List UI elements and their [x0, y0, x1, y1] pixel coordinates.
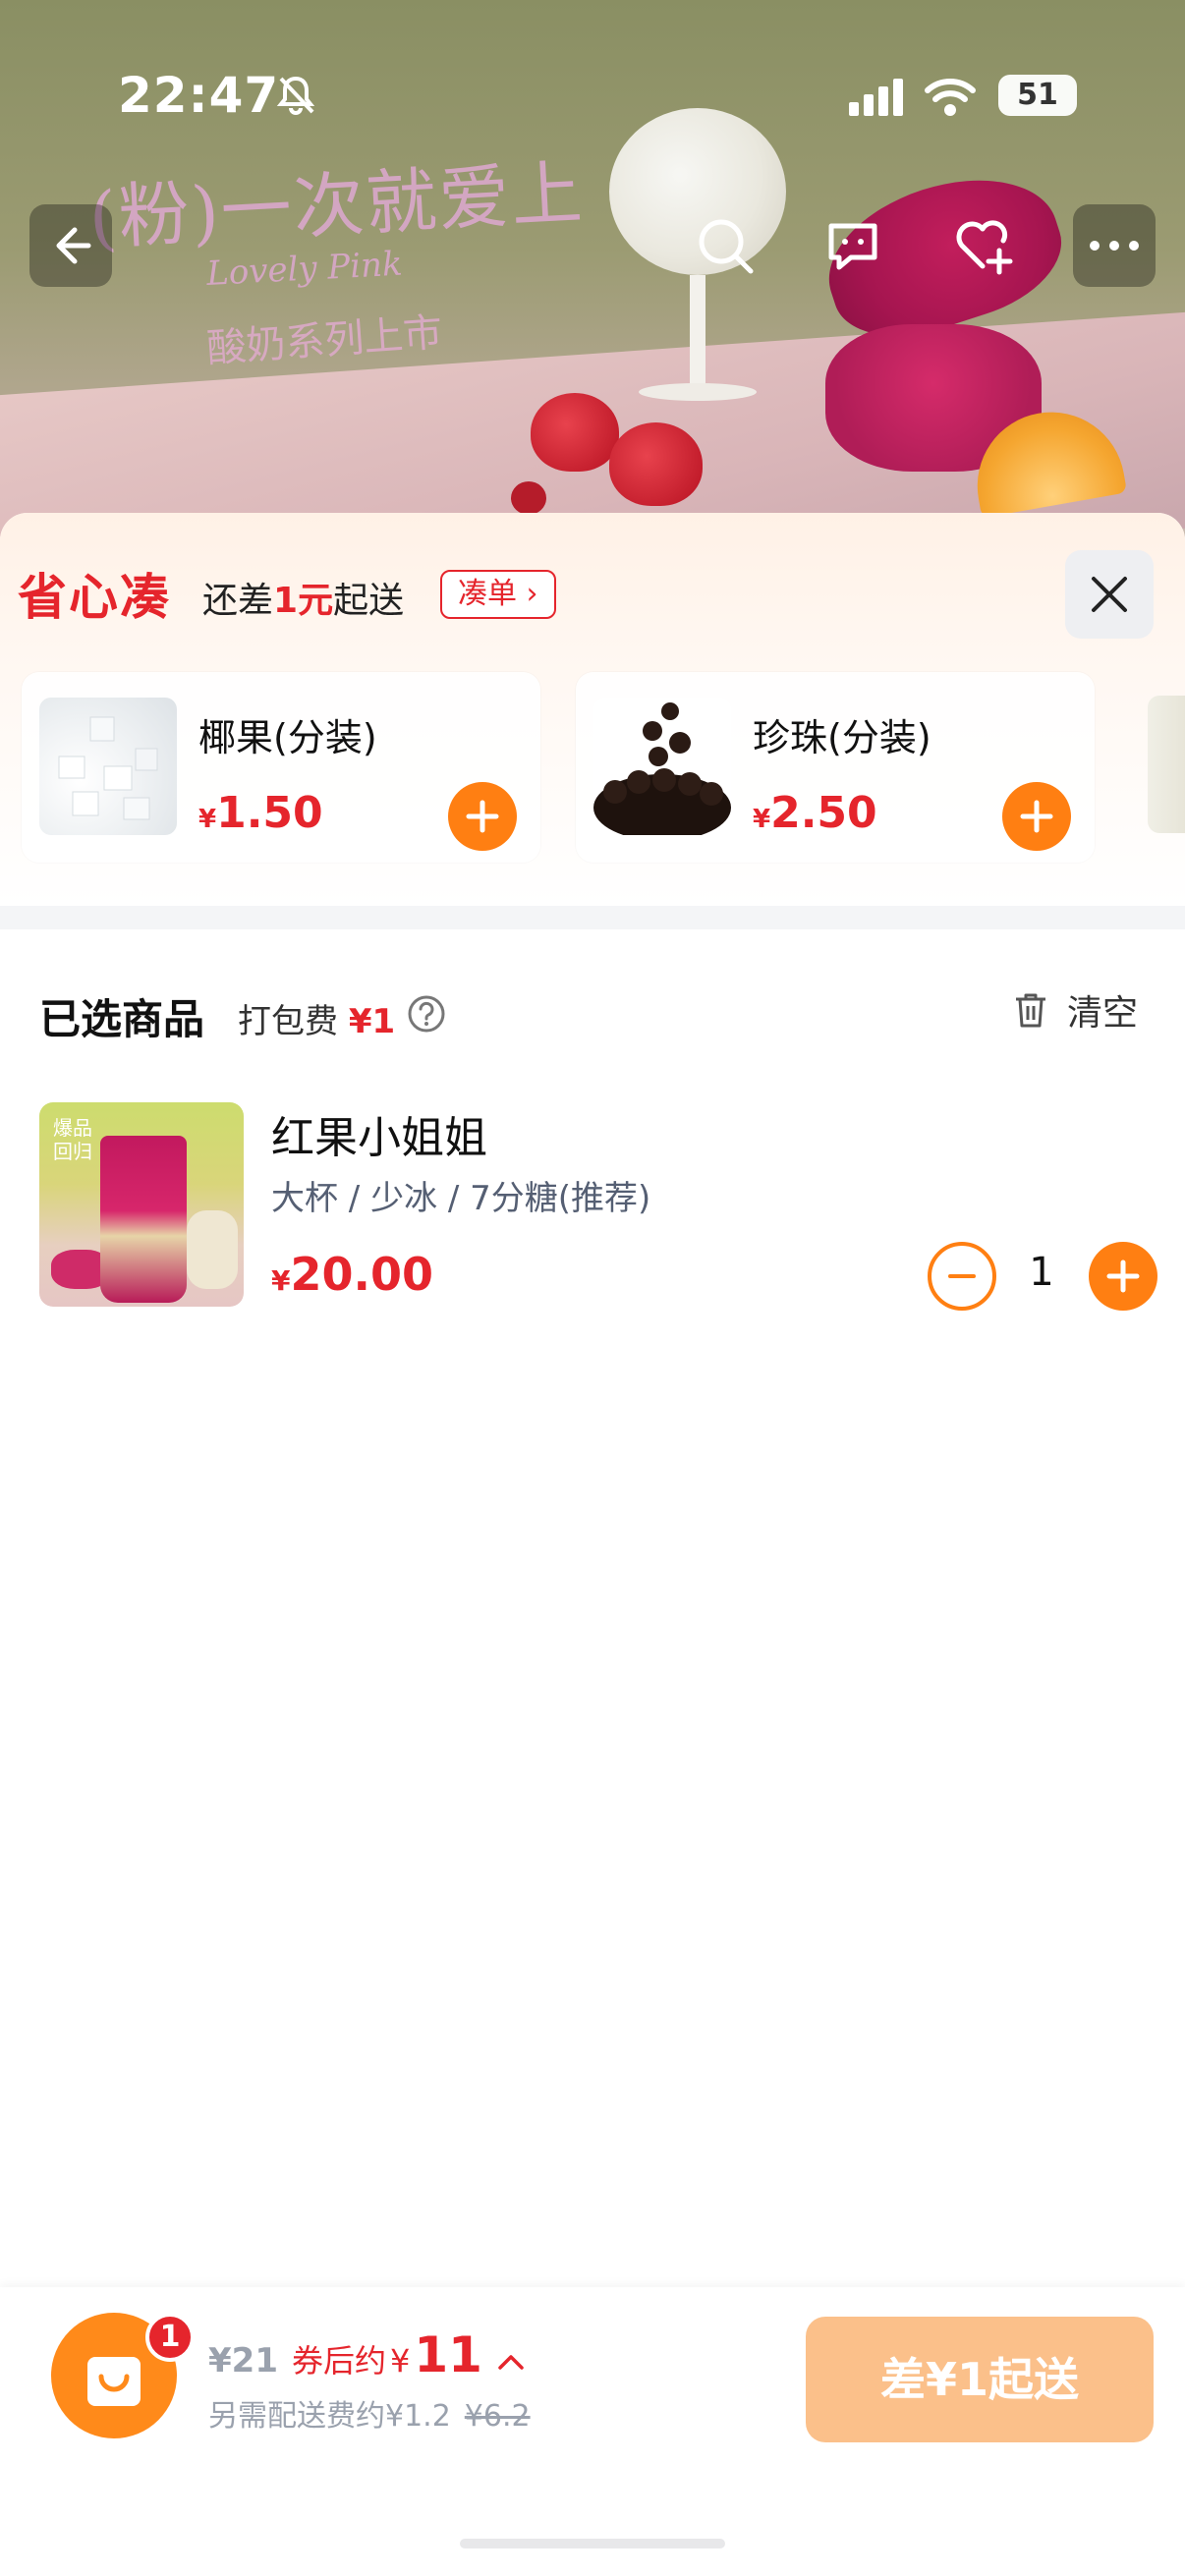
addon-coconut-image	[39, 698, 177, 835]
banner-strawberry	[609, 422, 703, 506]
shopping-bag-icon	[87, 2357, 141, 2406]
banner-strawberry	[531, 393, 619, 472]
section-divider	[0, 906, 1185, 929]
status-bar: 22:47 51	[0, 59, 1185, 138]
more-button[interactable]	[1073, 204, 1156, 287]
clear-cart-button[interactable]: 清空	[1012, 988, 1138, 1034]
signal-icon	[849, 79, 903, 116]
cart-item-name: 红果小姐姐	[271, 1113, 487, 1163]
after-coupon-currency: ¥	[390, 2342, 411, 2380]
checkout-bar: 1 ¥21 券后约 ¥ 11 另需配送费约¥1.2 ¥6.2 差¥1起送	[0, 2287, 1185, 2576]
addon-card[interactable]: 珍珠(分装) ¥2.50	[576, 672, 1095, 863]
addon-card[interactable]: 椰果(分装) ¥1.50	[22, 672, 540, 863]
cart-item-spec: 大杯 / 少冰 / 7分糖(推荐)	[271, 1179, 651, 1218]
search-icon	[699, 219, 754, 274]
trash-icon	[1016, 993, 1045, 1028]
increase-quantity-button[interactable]	[1089, 1242, 1157, 1311]
cart-sheet: 省心凑 还差1元起送 凑单 › 椰果(分装) ¥1.50 珍珠(分装) ¥2.5…	[0, 513, 1185, 2576]
banner-slogan: (粉)一次就爱上 Lovely Pink 酸奶系列上市	[86, 147, 586, 371]
question-icon[interactable]	[407, 994, 446, 1034]
price-summary[interactable]: ¥21 券后约 ¥ 11	[208, 2326, 526, 2383]
close-button[interactable]	[1065, 550, 1154, 639]
chevron-up-icon	[498, 2355, 524, 2370]
cart-item-price: ¥20.00	[271, 1248, 433, 1301]
addon-pearl-image	[593, 698, 731, 835]
after-coupon-total: 11	[414, 2326, 482, 2383]
addon-name: 椰果(分装)	[198, 716, 377, 759]
more-icon	[1090, 241, 1139, 251]
addon-card-peek[interactable]	[1148, 696, 1185, 833]
cart-item: 爆品 回归 红果小姐姐 大杯 / 少冰 / 7分糖(推荐) ¥20.00 1	[39, 1102, 1157, 1318]
add-coconut-button[interactable]	[448, 782, 517, 851]
addon-price: ¥1.50	[198, 788, 323, 838]
status-time: 22:47	[118, 67, 280, 124]
packing-fee-amount: ¥1	[348, 1002, 396, 1041]
delivery-fee-line: 另需配送费约¥1.2 ¥6.2	[208, 2391, 531, 2435]
bell-muted-icon	[276, 76, 315, 115]
plus-icon	[466, 800, 499, 833]
arrow-left-icon	[56, 227, 91, 264]
close-icon	[1092, 577, 1127, 612]
banner-berry	[511, 481, 546, 515]
promo-brand: 省心凑	[18, 569, 171, 626]
plus-icon	[1106, 1260, 1140, 1293]
cou-dan-button[interactable]: 凑单 ›	[440, 570, 556, 619]
addon-price: ¥2.50	[753, 788, 877, 838]
back-button[interactable]	[29, 204, 112, 287]
delivery-fee: 另需配送费约¥1.2	[208, 2399, 451, 2434]
promo-need-text: 还差1元起送	[202, 581, 405, 621]
selected-title: 已选商品	[39, 995, 205, 1043]
cart-item-image: 爆品 回归	[39, 1102, 244, 1307]
cart-item-tag: 爆品 回归	[53, 1116, 92, 1163]
minus-icon	[948, 1274, 976, 1278]
promo-section: 省心凑 还差1元起送 凑单 › 椰果(分装) ¥1.50 珍珠(分装) ¥2.5…	[0, 513, 1185, 906]
cart-count-badge: 1	[145, 2313, 195, 2362]
favorite-button[interactable]	[945, 208, 1020, 283]
search-button[interactable]	[688, 208, 762, 283]
promo-need-amount: 1元	[273, 581, 334, 621]
decrease-quantity-button[interactable]	[928, 1242, 996, 1311]
add-pearl-button[interactable]	[1002, 782, 1071, 851]
delivery-fee-original: ¥6.2	[464, 2399, 531, 2434]
home-indicator	[460, 2539, 725, 2548]
after-coupon-label: 券后约	[291, 2342, 386, 2380]
original-total: ¥21	[208, 2341, 278, 2380]
clear-label: 清空	[1067, 993, 1139, 1034]
battery-indicator: 51	[998, 75, 1077, 116]
chat-button[interactable]	[816, 208, 890, 283]
message-icon	[828, 223, 877, 270]
heart-plus-icon	[956, 220, 1013, 275]
packing-fee: 打包费 ¥1	[238, 1002, 396, 1041]
plus-icon	[1020, 800, 1053, 833]
submit-order-button[interactable]: 差¥1起送	[806, 2317, 1154, 2442]
cart-item-quantity: 1	[1029, 1250, 1054, 1295]
addon-name: 珍珠(分装)	[753, 716, 931, 759]
wifi-icon	[925, 79, 976, 116]
